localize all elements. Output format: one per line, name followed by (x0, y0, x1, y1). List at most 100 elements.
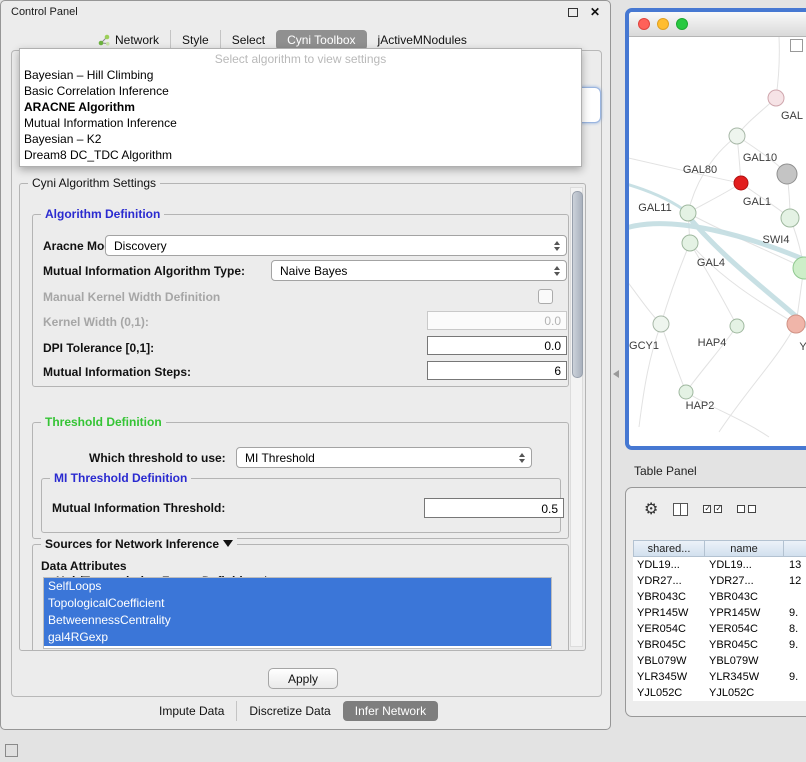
minimize-button[interactable] (657, 18, 669, 30)
panel-divider-arrow[interactable] (613, 370, 619, 378)
network-node[interactable] (680, 205, 696, 221)
table-row[interactable]: YDR27... YDR27... 12 (633, 573, 806, 589)
cell (785, 685, 806, 701)
network-graph: GAL80 GAL10 GAL11 GAL1 SWI4 GAL4 GCY1 HA… (629, 37, 806, 447)
kernel-width-field: 0.0 (427, 311, 567, 330)
table-row[interactable]: YLR345W YLR345W 9. (633, 669, 806, 685)
kernel-width-label: Kernel Width (0,1): (43, 315, 149, 329)
dropdown-item-highlighted[interactable]: ARACNE Algorithm (20, 99, 581, 115)
network-node-label: GAL10 (743, 152, 777, 164)
column-header[interactable]: name (704, 540, 784, 557)
table-row[interactable]: YBR045C YBR045C 9. (633, 637, 806, 653)
dropdown-item[interactable]: Bayesian – Hill Climbing (20, 67, 581, 83)
node-table: shared... name YDL19... YDL19... 13 YDR2… (633, 540, 806, 701)
table-row[interactable]: YJL052C YJL052C (633, 685, 806, 701)
zoom-button[interactable] (676, 18, 688, 30)
tab-jactivemnodules[interactable]: jActiveMNodules (367, 30, 478, 50)
scrollbar-thumb[interactable] (572, 191, 583, 378)
tab-infer-network[interactable]: Infer Network (343, 701, 438, 721)
group-title: MI Threshold Definition (50, 471, 191, 485)
list-item[interactable]: SelfLoops (44, 578, 551, 595)
tab-label: Network (115, 33, 159, 47)
cell: YER054C (633, 621, 705, 637)
cell: YJL052C (633, 685, 705, 701)
dropdown-item[interactable]: Dream8 DC_TDC Algorithm (20, 147, 581, 163)
combobox-value: Naive Bayes (280, 264, 347, 278)
tab-style[interactable]: Style (170, 30, 220, 50)
dropdown-item[interactable]: Mutual Information Inference (20, 115, 581, 131)
which-threshold-combobox[interactable]: MI Threshold (236, 447, 532, 468)
network-node[interactable] (781, 209, 799, 227)
table-row[interactable]: YER054C YER054C 8. (633, 621, 806, 637)
cell: 8. (785, 621, 806, 637)
network-canvas[interactable]: GAL80 GAL10 GAL11 GAL1 SWI4 GAL4 GCY1 HA… (629, 37, 806, 446)
close-button[interactable] (638, 18, 650, 30)
network-node-label: GAL1 (743, 196, 771, 208)
combobox-value: MI Threshold (245, 451, 315, 465)
tab-select[interactable]: Select (220, 30, 276, 50)
network-node[interactable] (730, 319, 744, 333)
aracne-mode-combobox[interactable]: Discovery (105, 235, 567, 256)
column-header[interactable]: shared... (633, 540, 705, 557)
manual-kernel-checkbox[interactable] (538, 289, 553, 304)
group-title: Sources for Network Inference (41, 537, 237, 551)
tab-label: jActiveMNodules (378, 33, 467, 47)
cell: YBR045C (705, 637, 785, 653)
mi-algorithm-type-combobox[interactable]: Naive Bayes (271, 260, 567, 281)
network-node[interactable] (768, 90, 784, 106)
deselect-all-icon[interactable] (737, 505, 756, 513)
dropdown-item[interactable]: Basic Correlation Inference (20, 83, 581, 99)
dropdown-item[interactable]: Bayesian – K2 (20, 131, 581, 147)
window-title: Control Panel (11, 6, 78, 18)
select-all-icon[interactable] (703, 505, 722, 513)
column-header[interactable] (783, 540, 806, 557)
network-node-label: HAP4 (698, 337, 727, 349)
control-panel-titlebar: Control Panel ✕ (1, 1, 610, 23)
threshold-definition-group: Threshold Definition Which threshold to … (32, 422, 569, 539)
dpi-tolerance-label: DPI Tolerance [0,1]: (43, 341, 154, 355)
table-row[interactable]: YBR043C YBR043C (633, 589, 806, 605)
dpi-tolerance-field[interactable]: 0.0 (427, 336, 567, 355)
data-attributes-list[interactable]: SelfLoops TopologicalCoefficient Between… (43, 577, 552, 649)
table-row[interactable]: YBL079W YBL079W (633, 653, 806, 669)
tab-label: Style (182, 33, 209, 47)
network-node-label: SWI4 (763, 234, 790, 246)
collapse-arrow-icon[interactable] (223, 540, 233, 547)
tab-cyni-toolbox[interactable]: Cyni Toolbox (276, 30, 366, 50)
network-node[interactable] (679, 385, 693, 399)
combo-arrows-icon (554, 266, 560, 276)
mi-threshold-field[interactable]: 0.5 (424, 498, 564, 518)
settings-scrollbar[interactable] (570, 187, 583, 647)
list-item[interactable]: BetweennessCentrality (44, 612, 551, 629)
float-window-icon[interactable] (568, 8, 578, 17)
mi-steps-field[interactable]: 6 (427, 361, 567, 380)
network-node[interactable] (653, 316, 669, 332)
network-node-label: HAP2 (686, 400, 715, 412)
tab-discretize-data[interactable]: Discretize Data (236, 701, 342, 721)
close-window-icon[interactable]: ✕ (590, 6, 600, 18)
list-item[interactable]: TopologicalCoefficient (44, 595, 551, 612)
checked-box-icon (703, 505, 711, 513)
network-node[interactable] (777, 164, 797, 184)
cell: YBR045C (633, 637, 705, 653)
network-node-label: GCY1 (629, 340, 659, 352)
network-node[interactable] (734, 176, 748, 190)
network-node[interactable] (787, 315, 805, 333)
cell: YJL052C (705, 685, 785, 701)
tab-impute-data[interactable]: Impute Data (147, 701, 236, 721)
apply-button[interactable]: Apply (268, 668, 338, 689)
tab-network[interactable]: Network (87, 30, 170, 50)
list-item[interactable]: gal4RGexp (44, 629, 551, 646)
dropdown-placeholder: Select algorithm to view settings (20, 51, 581, 67)
cell: YBR043C (705, 589, 785, 605)
gear-icon[interactable]: ⚙ (644, 501, 658, 517)
dock-panel-icon[interactable] (5, 744, 18, 757)
network-node[interactable] (729, 128, 745, 144)
columns-icon[interactable] (673, 503, 688, 516)
bottom-tabs: Impute Data Discretize Data Infer Networ… (147, 700, 438, 722)
table-row[interactable]: YDL19... YDL19... 13 (633, 557, 806, 573)
cell (785, 589, 806, 605)
network-node[interactable] (793, 257, 806, 279)
network-node[interactable] (682, 235, 698, 251)
table-row[interactable]: YPR145W YPR145W 9. (633, 605, 806, 621)
